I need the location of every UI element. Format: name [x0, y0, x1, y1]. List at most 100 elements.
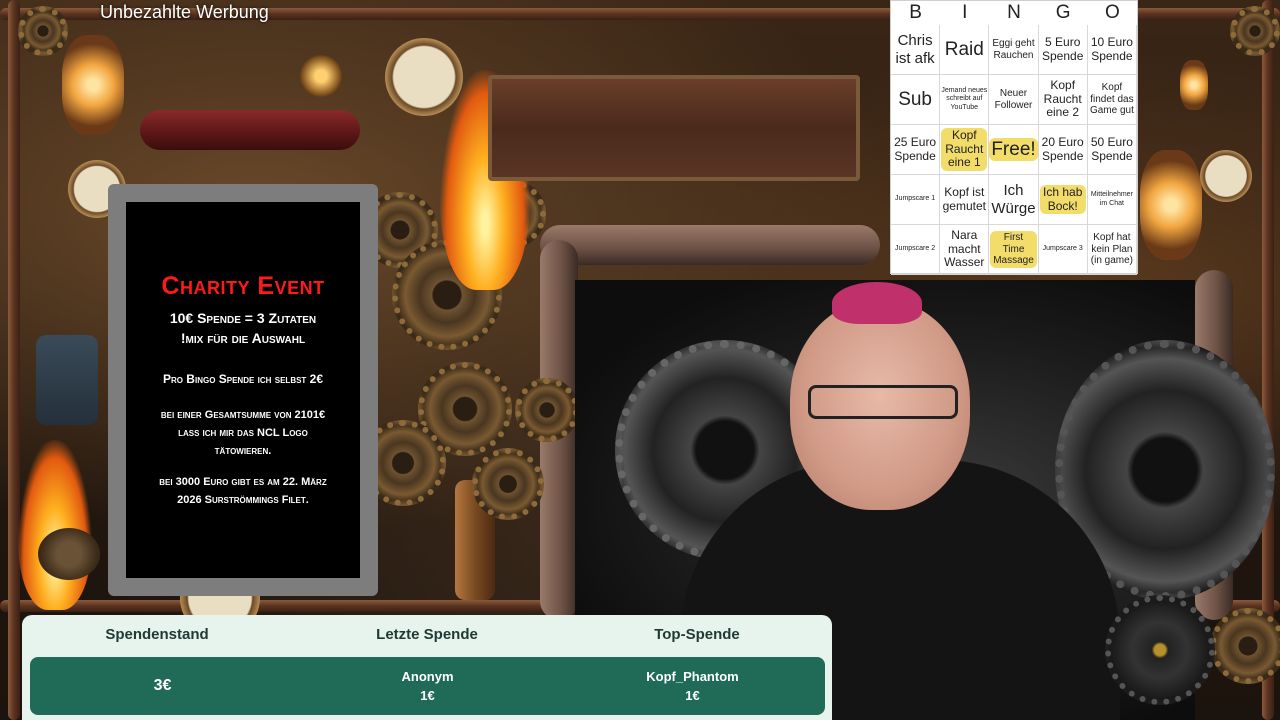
bulb-right — [1180, 60, 1208, 110]
bingo-cell: Kopf ist gemutet — [940, 175, 990, 225]
gear-icon — [1210, 608, 1280, 684]
bingo-cell-label: Kopf Raucht eine 1 — [941, 127, 988, 172]
flame-icon — [18, 440, 92, 610]
gear-icon — [1230, 6, 1280, 56]
bingo-cell-label: Ich Würge — [991, 182, 1036, 217]
donation-bar: Spendenstand Letzte Spende Top-Spende 3€… — [22, 615, 832, 720]
gear-icon — [1105, 595, 1215, 705]
bingo-cell-label: Sub — [898, 88, 932, 110]
donation-top-amount: 1€ — [685, 688, 700, 703]
donation-top-name: Kopf_Phantom — [646, 668, 739, 684]
bingo-cell: Kopf findet das Game gut — [1087, 75, 1137, 125]
gear-icon — [18, 6, 68, 56]
donation-total-heading: Spendenstand — [105, 626, 209, 643]
gear-icon — [515, 378, 579, 442]
bingo-letter: N — [1007, 2, 1021, 23]
bingo-cell: 25 Euro Spende — [891, 125, 941, 175]
frame-pipe-top — [540, 225, 880, 265]
bingo-cell: Kopf Raucht eine 2 — [1038, 75, 1088, 125]
bingo-cell: Nara macht Wasser — [940, 225, 990, 275]
bingo-cell-label: 10 Euro Spende — [1090, 34, 1133, 63]
charity-line: bei 3000 Euro gibt es am 22. März — [159, 476, 327, 489]
charity-line: lass ich mir das NCL Logo — [178, 426, 308, 439]
bingo-cell-label: First Time Massage — [990, 231, 1037, 268]
bingo-cell-label: Kopf Raucht eine 2 — [1043, 77, 1082, 120]
bingo-cell-label: 20 Euro Spende — [1041, 134, 1084, 163]
porthole-light — [300, 55, 342, 97]
bingo-cell-label: Jumpscare 2 — [895, 245, 936, 253]
bingo-grid: Chris ist afk Raid Eggi geht Rauchen 5 E… — [891, 25, 1137, 275]
charity-line: 10€ Spende = 3 Zutaten — [169, 310, 317, 326]
bingo-cell: 20 Euro Spende — [1038, 125, 1088, 175]
bingo-cell-label: Neuer Follower — [994, 88, 1033, 111]
streamer-hair — [832, 282, 922, 324]
bingo-cell: 10 Euro Spende — [1087, 25, 1137, 75]
donation-last-amount: 1€ — [420, 688, 435, 703]
donation-top-heading: Top-Spende — [654, 626, 740, 643]
bingo-letter: G — [1055, 2, 1071, 23]
pipe-left — [8, 0, 20, 720]
bingo-cell: Jemand neues schreibt auf YouTube — [940, 75, 990, 125]
bingo-cell-label: Chris ist afk — [895, 32, 935, 67]
bingo-cell: Chris ist afk — [891, 25, 941, 75]
bingo-cell: Ich Würge — [989, 175, 1039, 225]
bingo-cell-label: Raid — [944, 38, 984, 60]
charity-title: Charity Event — [161, 272, 325, 300]
donation-values: 3€ Anonym 1€ Kopf_Phantom 1€ — [30, 657, 825, 715]
bingo-cell: Jumpscare 2 — [891, 225, 941, 275]
bingo-cell: 50 Euro Spende — [1087, 125, 1137, 175]
bingo-cell-label: Eggi geht Rauchen — [992, 38, 1035, 61]
charity-line: Pro Bingo Spende ich selbst 2€ — [162, 372, 324, 387]
bingo-cell: Kopf hat kein Plan (in game) — [1087, 225, 1137, 275]
charity-line: bei einer Gesamtsumme von 2101€ — [160, 409, 326, 422]
donation-last-heading: Letzte Spende — [376, 626, 478, 643]
bingo-letter: B — [909, 2, 922, 23]
donation-total-value: 3€ — [153, 677, 172, 694]
bingo-cell-label: Mitteilnehmer im Chat — [1090, 191, 1133, 207]
bingo-cell: Sub — [891, 75, 941, 125]
bingo-cell-label: Nara macht Wasser — [944, 227, 985, 270]
lamp-left — [62, 35, 124, 135]
bingo-cell-label: Kopf ist gemutet — [942, 184, 986, 213]
metal-plate — [488, 75, 860, 181]
brass-plaque — [38, 528, 100, 580]
charity-line: !mix für die Auswahl — [180, 329, 306, 346]
gauge-right — [1200, 150, 1252, 202]
bingo-header: B I N G O — [891, 1, 1137, 25]
donation-top: Kopf_Phantom 1€ — [560, 657, 825, 715]
bingo-cell-label: Jumpscare 1 — [895, 195, 936, 203]
donation-total: 3€ — [30, 657, 295, 715]
bingo-cell-marked: Free! — [989, 125, 1039, 175]
ad-notice: Unbezahlte Werbung — [100, 2, 269, 22]
bingo-cell: Mitteilnehmer im Chat — [1087, 175, 1137, 225]
bingo-cell: Jumpscare 3 — [1038, 225, 1088, 275]
bingo-cell: Raid — [940, 25, 990, 75]
bingo-letter: O — [1105, 2, 1120, 23]
bingo-cell-label: Kopf hat kein Plan (in game) — [1090, 232, 1134, 267]
donation-last-name: Anonym — [401, 668, 454, 684]
bingo-card: B I N G O Chris ist afk Raid Eggi geht R… — [890, 0, 1138, 275]
donation-last: Anonym 1€ — [295, 657, 560, 715]
charity-line: 2026 Surströmmings Filet. — [177, 493, 309, 506]
stream-overlay: Unbezahlte Werbung Charity Event 10€ Spe… — [0, 0, 1280, 720]
charity-panel: Charity Event 10€ Spende = 3 Zutaten !mi… — [108, 184, 378, 596]
bingo-cell: Neuer Follower — [989, 75, 1039, 125]
gear-icon — [472, 448, 544, 520]
bingo-cell-marked: Ich hab Bock! — [1038, 175, 1088, 225]
bingo-cell-label: 5 Euro Spende — [1042, 34, 1084, 63]
donation-header: Spendenstand Letzte Spende Top-Spende — [22, 615, 832, 655]
bingo-cell-label: 50 Euro Spende — [1090, 134, 1133, 163]
bingo-cell-label: Jumpscare 3 — [1042, 245, 1083, 253]
bingo-cell-label: 25 Euro Spende — [894, 134, 937, 163]
bingo-cell: Eggi geht Rauchen — [989, 25, 1039, 75]
bingo-letter: I — [962, 2, 968, 23]
charity-panel-inner: Charity Event 10€ Spende = 3 Zutaten !mi… — [126, 202, 360, 578]
bingo-cell: Jumpscare 1 — [891, 175, 941, 225]
bingo-cell: 5 Euro Spende — [1038, 25, 1088, 75]
bingo-cell-marked: First Time Massage — [989, 225, 1039, 275]
charity-line: tätowieren. — [214, 444, 272, 457]
streamer-glasses — [808, 385, 958, 419]
fire-extinguisher — [140, 110, 360, 150]
lamp-right — [1140, 150, 1202, 260]
bingo-cell-label: Ich hab Bock! — [1039, 184, 1086, 215]
